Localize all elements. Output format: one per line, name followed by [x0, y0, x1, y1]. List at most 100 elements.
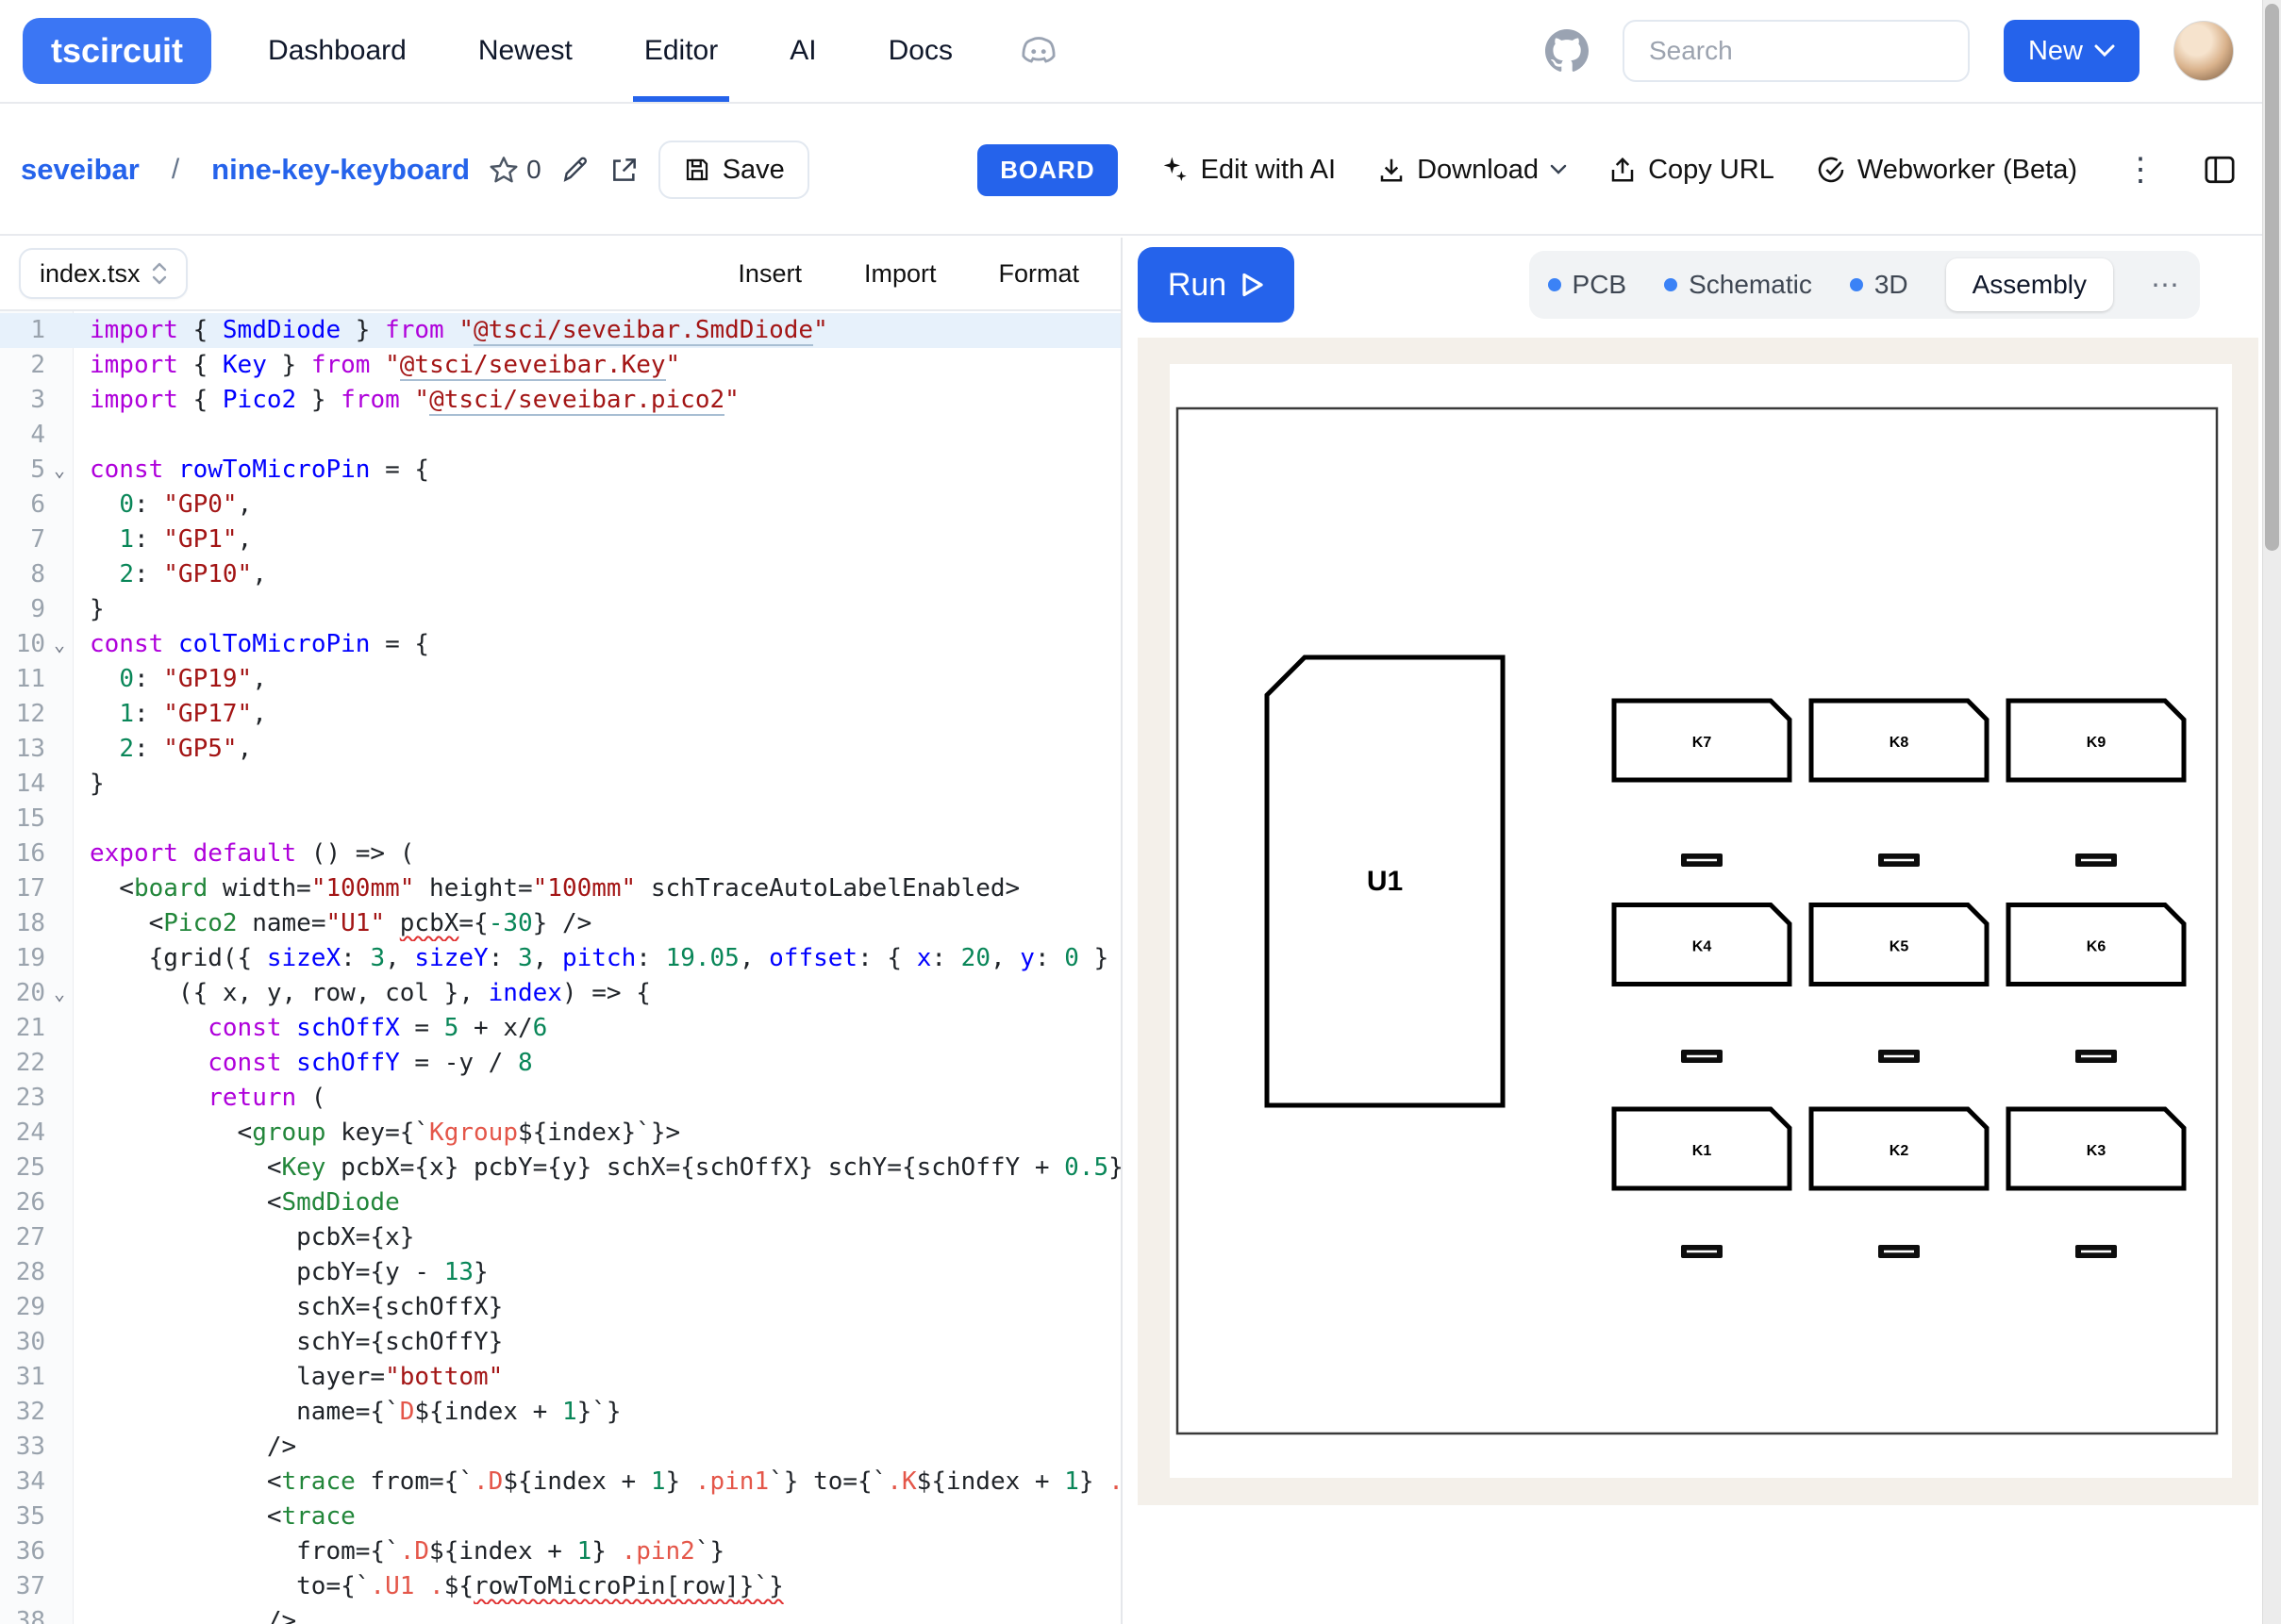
code-area[interactable]: 1import { SmdDiode } from "@tsci/seveiba… [0, 311, 1121, 1624]
toggle-panel-button[interactable] [2204, 155, 2236, 185]
code-line-9[interactable]: 9} [0, 592, 1121, 627]
code-line-35[interactable]: 35 <trace [0, 1500, 1121, 1534]
editor-menu-import[interactable]: Import [864, 259, 937, 289]
download-button[interactable]: Download [1377, 155, 1567, 186]
scrollbar-thumb[interactable] [2265, 4, 2279, 551]
code-text: to={`.U1 .${rowToMicroPin[row]}`} [74, 1569, 1121, 1604]
view-tab-schematic[interactable]: Schematic [1664, 270, 1812, 300]
code-line-21[interactable]: 21 const schOffX = 5 + x/6 [0, 1011, 1121, 1046]
avatar[interactable] [2173, 21, 2234, 81]
code-line-31[interactable]: 31 layer="bottom" [0, 1360, 1121, 1395]
view-tab-assembly[interactable]: Assembly [1946, 258, 2113, 311]
save-button[interactable]: Save [658, 141, 809, 199]
code-line-18[interactable]: 18 <Pico2 name="U1" pcbX={-30} /> [0, 906, 1121, 941]
code-line-22[interactable]: 22 const schOffY = -y / 8 [0, 1046, 1121, 1081]
new-button[interactable]: New [2004, 20, 2139, 82]
view-tabs-more[interactable]: ⋯ [2151, 269, 2181, 302]
rename-button[interactable] [560, 155, 591, 185]
edit-with-ai-button[interactable]: Edit with AI [1159, 155, 1336, 186]
code-line-3[interactable]: 3import { Pico2 } from "@tsci/seveibar.p… [0, 383, 1121, 418]
line-number: 20 [0, 976, 45, 1011]
fold-spacer [45, 1465, 74, 1500]
view-tab-3d[interactable]: 3D [1850, 270, 1908, 300]
code-line-17[interactable]: 17 <board width="100mm" height="100mm" s… [0, 871, 1121, 906]
code-line-12[interactable]: 12 1: "GP17", [0, 697, 1121, 732]
fork-button[interactable] [609, 155, 640, 185]
code-line-5[interactable]: 5⌄const rowToMicroPin = { [0, 453, 1121, 488]
save-button-label: Save [723, 155, 785, 186]
fold-spacer [45, 418, 74, 453]
status-dot [1850, 278, 1863, 291]
discord-icon[interactable] [1019, 35, 1058, 67]
select-updown-icon [152, 261, 167, 286]
search-input[interactable] [1623, 20, 1970, 82]
code-line-34[interactable]: 34 <trace from={`.D${index + 1} .pin1`} … [0, 1465, 1121, 1500]
code-text: 0: "GP0", [74, 488, 1121, 522]
code-line-36[interactable]: 36 from={`.D${index + 1} .pin2`} [0, 1534, 1121, 1569]
breadcrumb-owner[interactable]: seveibar [21, 153, 140, 187]
component-key-label-k2: K2 [1890, 1143, 1909, 1159]
nav-link-newest[interactable]: Newest [478, 0, 573, 102]
code-line-13[interactable]: 13 2: "GP5", [0, 732, 1121, 767]
breadcrumb-separator: / [172, 154, 179, 186]
tscircuit-logo[interactable]: tscircuit [23, 18, 211, 84]
nav-link-dashboard[interactable]: Dashboard [268, 0, 407, 102]
code-line-29[interactable]: 29 schX={schOffX} [0, 1290, 1121, 1325]
project-toolbar: seveibar / nine-key-keyboard 0 Save BO [0, 106, 2262, 236]
code-line-11[interactable]: 11 0: "GP19", [0, 662, 1121, 697]
line-number: 23 [0, 1081, 45, 1116]
code-text: <Key pcbX={x} pcbY={y} schX={schOffX} sc… [74, 1151, 1121, 1185]
fold-chevron-icon[interactable]: ⌄ [45, 453, 74, 488]
nav-link-docs[interactable]: Docs [889, 0, 953, 102]
code-text: <trace from={`.D${index + 1} .pin1`} to=… [74, 1465, 1121, 1500]
copy-url-button[interactable]: Copy URL [1608, 155, 1774, 186]
nav-link-ai[interactable]: AI [790, 0, 816, 102]
code-line-32[interactable]: 32 name={`D${index + 1}`} [0, 1395, 1121, 1430]
view-tab-pcb[interactable]: PCB [1548, 270, 1627, 300]
code-line-7[interactable]: 7 1: "GP1", [0, 522, 1121, 557]
star-button[interactable]: 0 [489, 155, 541, 185]
code-line-20[interactable]: 20⌄ ({ x, y, row, col }, index) => { [0, 976, 1121, 1011]
fold-spacer [45, 313, 74, 348]
code-line-4[interactable]: 4 [0, 418, 1121, 453]
fold-chevron-icon[interactable]: ⌄ [45, 976, 74, 1011]
fold-chevron-icon[interactable]: ⌄ [45, 627, 74, 662]
code-line-23[interactable]: 23 return ( [0, 1081, 1121, 1116]
code-line-8[interactable]: 8 2: "GP10", [0, 557, 1121, 592]
code-line-26[interactable]: 26 <SmdDiode [0, 1185, 1121, 1220]
fold-spacer [45, 383, 74, 418]
editor-menu-insert[interactable]: Insert [738, 259, 802, 289]
code-line-15[interactable]: 15 [0, 802, 1121, 837]
line-number: 8 [0, 557, 45, 592]
more-menu-icon[interactable]: ⋮ [2119, 151, 2162, 189]
code-line-1[interactable]: 1import { SmdDiode } from "@tsci/seveiba… [0, 313, 1121, 348]
line-number: 25 [0, 1151, 45, 1185]
view-tab-label: Schematic [1689, 270, 1812, 300]
code-line-28[interactable]: 28 pcbY={y - 13} [0, 1255, 1121, 1290]
code-line-16[interactable]: 16export default () => ( [0, 837, 1121, 871]
run-button[interactable]: Run [1138, 247, 1294, 323]
file-select[interactable]: index.tsx [19, 248, 188, 299]
code-line-37[interactable]: 37 to={`.U1 .${rowToMicroPin[row]}`} [0, 1569, 1121, 1604]
code-line-27[interactable]: 27 pcbX={x} [0, 1220, 1121, 1255]
code-text: <SmdDiode [74, 1185, 1121, 1220]
assembly-canvas[interactable]: U1K7K8K9K4K5K6K1K2K3 [1138, 338, 2258, 1505]
code-line-6[interactable]: 6 0: "GP0", [0, 488, 1121, 522]
code-line-10[interactable]: 10⌄const colToMicroPin = { [0, 627, 1121, 662]
github-icon[interactable] [1545, 29, 1589, 73]
code-line-14[interactable]: 14} [0, 767, 1121, 802]
sparkles-icon [1159, 155, 1190, 185]
fold-spacer [45, 1290, 74, 1325]
fold-spacer [45, 1220, 74, 1255]
breadcrumb-project[interactable]: nine-key-keyboard [211, 153, 470, 187]
nav-link-editor[interactable]: Editor [644, 0, 718, 102]
code-line-19[interactable]: 19 {grid({ sizeX: 3, sizeY: 3, pitch: 19… [0, 941, 1121, 976]
webworker-button[interactable]: Webworker (Beta) [1816, 155, 2077, 186]
code-line-2[interactable]: 2import { Key } from "@tsci/seveibar.Key… [0, 348, 1121, 383]
code-line-30[interactable]: 30 schY={schOffY} [0, 1325, 1121, 1360]
code-line-24[interactable]: 24 <group key={`Kgroup${index}`}> [0, 1116, 1121, 1151]
editor-menu-format[interactable]: Format [998, 259, 1079, 289]
code-line-25[interactable]: 25 <Key pcbX={x} pcbY={y} schX={schOffX}… [0, 1151, 1121, 1185]
code-line-38[interactable]: 38 /> [0, 1604, 1121, 1624]
code-line-33[interactable]: 33 /> [0, 1430, 1121, 1465]
